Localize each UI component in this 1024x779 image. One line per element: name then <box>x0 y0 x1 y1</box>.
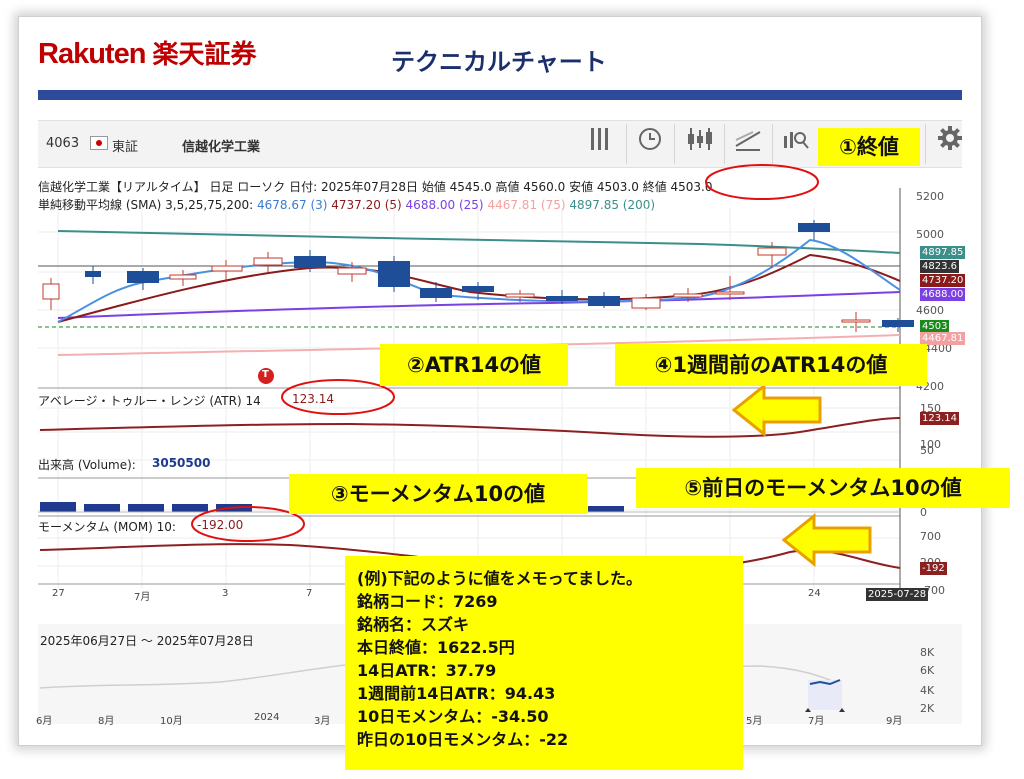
price-tag-crosshair: 4823.6 <box>920 260 959 273</box>
overview-x-label: 9月 <box>886 716 903 727</box>
memo-line: 昨日の10日モメンタム：-22 <box>357 730 569 749</box>
overview-x-label: 3月 <box>314 716 331 727</box>
memo-line: 10日モメンタム：-34.50 <box>357 707 549 726</box>
callout-close: ①終値 <box>818 128 920 166</box>
overview-axis-label: 8K <box>920 646 935 659</box>
event-marker-label: T <box>262 369 269 380</box>
x-axis-label: 24 <box>808 588 821 599</box>
sma-25-line <box>57 291 901 319</box>
memo-box: (例)下記のように値をメモってました。 銘柄コード：7269 銘柄名：スズキ 本… <box>345 556 743 770</box>
memo-line: 銘柄コード：7269 <box>357 592 498 611</box>
price-tag-sma200: 4897.85 <box>920 246 966 259</box>
overview-selection[interactable] <box>808 680 842 710</box>
overview-axis-label: 6K <box>920 664 935 677</box>
momentum-axis-label: 700 <box>920 530 941 543</box>
price-axis-label: 5000 <box>916 228 944 241</box>
price-axis-label: 4600 <box>916 304 944 317</box>
atr-axis-label: 50 <box>920 444 934 457</box>
overview-x-label: 2024 <box>254 712 280 723</box>
memo-line: 14日ATR：37.79 <box>357 661 497 680</box>
price-axis-label: 5200 <box>916 190 944 203</box>
overview-x-label: 5月 <box>746 716 763 727</box>
momentum-label: モーメンタム (MOM) 10: <box>38 520 176 534</box>
memo-line: 銘柄名：スズキ <box>357 615 470 634</box>
x-axis-label: 27 <box>52 588 65 599</box>
overview-axis-label: 2K <box>920 702 935 715</box>
memo-line: (例)下記のように値をメモってました。 <box>357 569 643 588</box>
volume-value: 3050500 <box>152 456 211 470</box>
overview-x-label: 10月 <box>160 716 183 727</box>
price-tag-sma5: 4737.20 <box>920 274 966 287</box>
x-axis-label: 7月 <box>134 592 151 603</box>
date-tag: 2025-07-28 <box>866 588 929 601</box>
memo-line: 1週間前14日ATR：94.43 <box>357 684 556 703</box>
momentum-tag: -192 <box>920 562 947 575</box>
atr-value: 123.14 <box>292 392 334 406</box>
momentum-value: -192.00 <box>197 518 244 532</box>
overview-x-label: 8月 <box>98 716 115 727</box>
overview-range: 2025年06月27日 ～ 2025年07月28日 <box>40 634 254 648</box>
memo-line: 本日終値：1622.5円 <box>357 638 515 657</box>
callout-momentum: ③モーメンタム10の値 <box>289 474 587 514</box>
overview-x-label: 7月 <box>808 716 825 727</box>
price-tag-sma25: 4688.00 <box>920 288 966 301</box>
volume-label: 出来高 (Volume): <box>38 458 136 472</box>
callout-momentum-prev: ⑤前日のモーメンタム10の値 <box>636 468 1010 508</box>
atr-label: アベレージ・トゥルー・レンジ (ATR) 14 <box>38 394 261 408</box>
x-axis-label: 7 <box>306 588 313 599</box>
overview-x-label: 6月 <box>36 716 53 727</box>
x-axis-label: 3 <box>222 588 229 599</box>
callout-atr-week-ago: ④1週間前のATR14の値 <box>615 344 927 386</box>
overview-axis-label: 4K <box>920 684 935 697</box>
atr-tag: 123.14 <box>920 412 959 425</box>
callout-atr: ②ATR14の値 <box>380 344 568 386</box>
